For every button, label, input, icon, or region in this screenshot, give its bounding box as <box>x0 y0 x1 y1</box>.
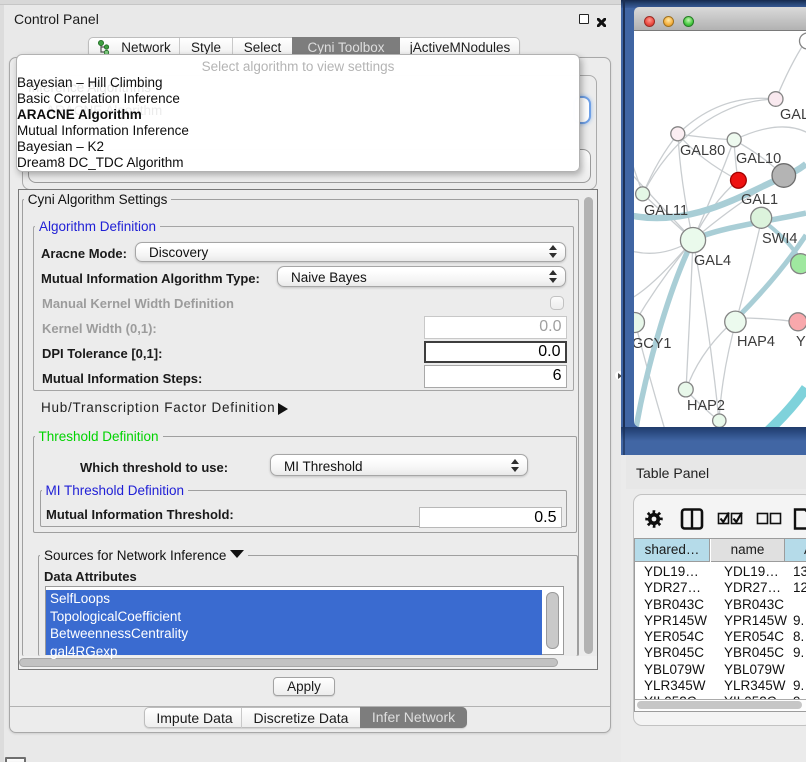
svg-text:GAL11: GAL11 <box>644 203 688 219</box>
svg-text:GAL1: GAL1 <box>741 192 778 208</box>
svg-text:Y: Y <box>796 334 806 350</box>
svg-text:GAL80: GAL80 <box>680 143 725 159</box>
svg-text:GAL2: GAL2 <box>780 107 806 123</box>
svg-text:GAL4: GAL4 <box>694 253 731 269</box>
svg-text:HAP4: HAP4 <box>737 334 775 350</box>
svg-text:HAP2: HAP2 <box>687 398 725 414</box>
svg-text:SWI4: SWI4 <box>762 231 797 247</box>
svg-text:GCY1: GCY1 <box>634 336 672 352</box>
svg-text:GAL10: GAL10 <box>736 151 781 167</box>
